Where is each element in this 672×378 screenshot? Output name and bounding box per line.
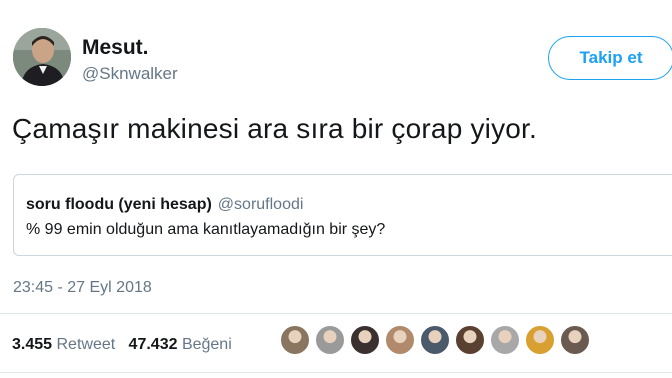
author-name[interactable]: Mesut. (82, 36, 149, 60)
quoted-tweet-header: soru floodu (yeni hesap) @sorufloodi (26, 196, 303, 214)
retweet-label[interactable]: Retweet (57, 336, 116, 353)
like-label[interactable]: Beğeni (182, 336, 232, 353)
quoted-author-name: soru floodu (yeni hesap) (26, 196, 212, 213)
quoted-tweet-text: % 99 emin olduğun ama kanıtlayamadığın b… (26, 221, 386, 238)
tweet-timestamp[interactable]: 23:45 - 27 Eyl 2018 (13, 279, 152, 297)
divider (0, 313, 672, 314)
liker-avatar[interactable] (490, 325, 520, 355)
follow-button[interactable]: Takip et (548, 36, 672, 80)
liker-avatar[interactable] (350, 325, 380, 355)
quoted-author-handle: @sorufloodi (217, 196, 304, 213)
like-count[interactable]: 47.432 (129, 336, 178, 353)
retweet-count[interactable]: 3.455 (12, 336, 52, 353)
liker-avatar[interactable] (420, 325, 450, 355)
tweet-text: Çamaşır makinesi ara sıra bir çorap yiyo… (12, 113, 538, 144)
liker-avatar[interactable] (385, 325, 415, 355)
liker-avatar[interactable] (560, 325, 590, 355)
author-avatar[interactable] (13, 28, 71, 86)
avatar-image (13, 28, 71, 86)
tweet-stats: 3.455 Retweet 47.432 Beğeni (12, 336, 232, 354)
liker-avatar[interactable] (455, 325, 485, 355)
liker-avatar[interactable] (315, 325, 345, 355)
quoted-tweet[interactable]: soru floodu (yeni hesap) @sorufloodi % 99… (13, 174, 672, 256)
liker-avatar[interactable] (280, 325, 310, 355)
divider (0, 372, 672, 373)
liker-avatars (280, 325, 590, 355)
liker-avatar[interactable] (525, 325, 555, 355)
author-handle[interactable]: @Sknwalker (82, 64, 178, 84)
